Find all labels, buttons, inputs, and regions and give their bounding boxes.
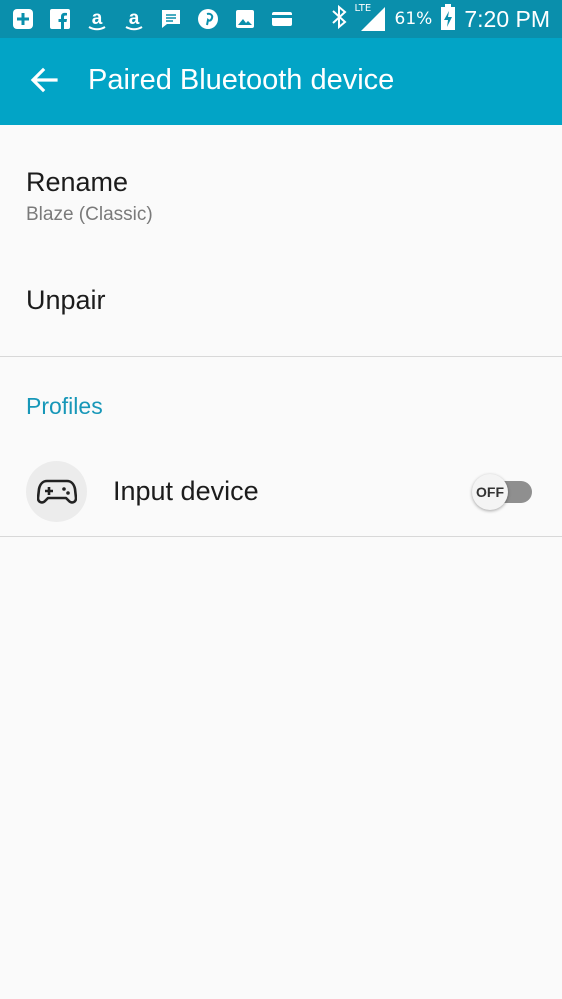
profile-label: Input device [113, 476, 259, 506]
bluetooth-icon [329, 4, 349, 34]
gallery-icon [232, 6, 258, 32]
network-type: LTE [354, 3, 372, 14]
facebook-icon [47, 6, 73, 32]
notification-icons: a a [10, 6, 295, 32]
toggle-knob: OFF [472, 474, 508, 510]
app-bar: Paired Bluetooth device [0, 38, 562, 125]
unpair-title: Unpair [26, 285, 106, 315]
clock: 7:20 PM [464, 5, 550, 32]
svg-text:a: a [129, 8, 140, 29]
add-icon [10, 6, 36, 32]
svg-text:a: a [92, 8, 103, 29]
card-icon [269, 6, 295, 32]
back-button[interactable] [26, 62, 62, 98]
gamepad-icon [36, 479, 77, 504]
device-name: Blaze (Classic) [26, 204, 153, 225]
signal-icon: LTE [354, 3, 387, 33]
status-bar: a a LTE 61% 7:20 PM [0, 0, 562, 38]
profile-avatar [26, 461, 87, 522]
amazon-icon: a [84, 6, 110, 32]
battery-charging-icon [440, 3, 456, 35]
rename-title: Rename [26, 167, 129, 197]
battery-percent: 61% [394, 9, 433, 29]
message-icon [158, 6, 184, 32]
divider [0, 356, 562, 357]
profiles-header: Profiles [26, 393, 103, 419]
input-device-toggle[interactable]: OFF [472, 474, 534, 510]
rename-row[interactable]: Rename Blaze (Classic) [0, 125, 562, 240]
divider [0, 536, 562, 537]
pinterest-icon [195, 6, 221, 32]
amazon-icon: a [121, 6, 147, 32]
page-title: Paired Bluetooth device [88, 64, 395, 96]
unpair-row[interactable]: Unpair [0, 240, 562, 356]
status-right: LTE 61% 7:20 PM [329, 3, 550, 35]
arrow-left-icon [30, 67, 58, 93]
